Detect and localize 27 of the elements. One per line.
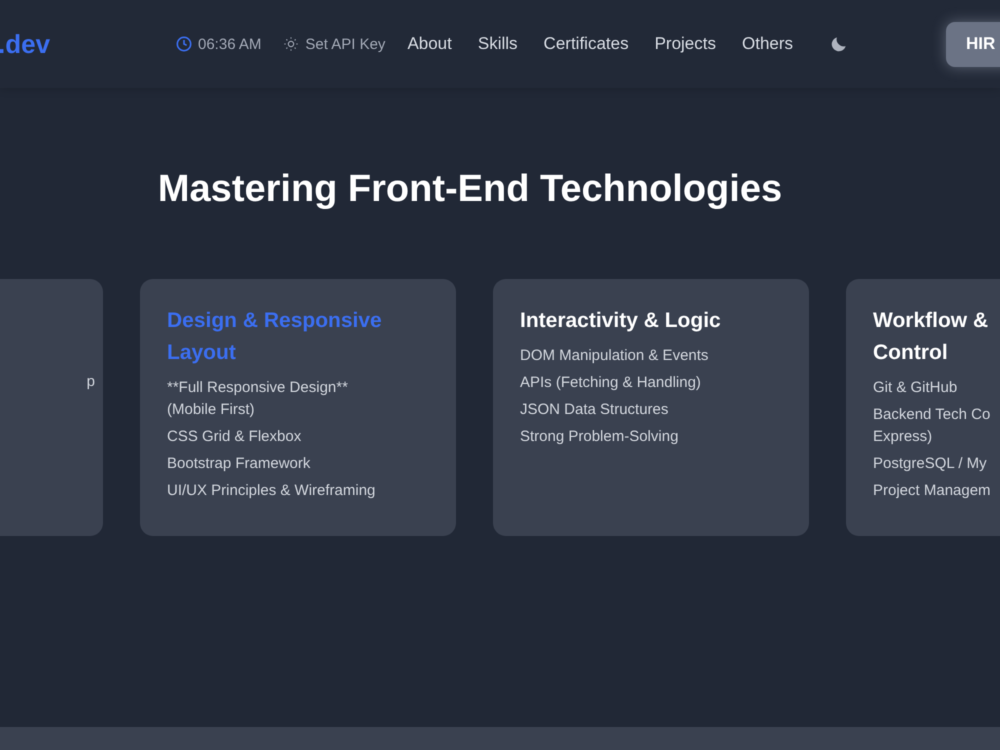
nav-link[interactable]: Projects <box>654 34 716 54</box>
section-title: Mastering Front-End Technologies <box>156 168 784 211</box>
skill-item: DOM Manipulation & Events <box>520 346 710 366</box>
clock-time: 06:36 AM <box>198 36 262 52</box>
sun-icon[interactable] <box>283 36 300 52</box>
card-title: Workflow & Control <box>873 308 990 366</box>
hire-button[interactable]: HIR <box>946 22 1000 66</box>
skill-item: APIs (Fetching & Handling) <box>520 373 702 393</box>
card-title: Design & Responsive Layout <box>167 308 383 366</box>
skill-item: **Full Responsive Design** (Mobile First) <box>167 378 349 420</box>
nav-link[interactable]: About <box>407 34 452 54</box>
skill-item: p <box>86 372 95 392</box>
skill-item: JSON Data Structures <box>520 400 670 420</box>
skill-item: Strong Problem-Solving <box>520 427 680 447</box>
nav-link[interactable]: Skills <box>478 34 518 54</box>
skill-item: Bootstrap Framework <box>167 454 312 474</box>
clock-icon <box>176 36 192 52</box>
skill-item: Project Managem <box>873 481 992 501</box>
skill-item: CSS Grid & Flexbox <box>167 427 302 447</box>
skill-item: UI/UX Principles & Wireframing <box>167 481 376 501</box>
card-title: Interactivity & Logic <box>520 308 722 334</box>
nav-link[interactable]: Certificates <box>544 34 629 54</box>
skill-item: PostgreSQL / My <box>873 454 988 474</box>
nav-link[interactable]: Others <box>742 34 794 54</box>
skill-item: Backend Tech Co Express) <box>873 405 992 447</box>
api-key-link[interactable]: Set API Key <box>305 36 386 52</box>
skill-item: Git & GitHub <box>873 378 958 398</box>
